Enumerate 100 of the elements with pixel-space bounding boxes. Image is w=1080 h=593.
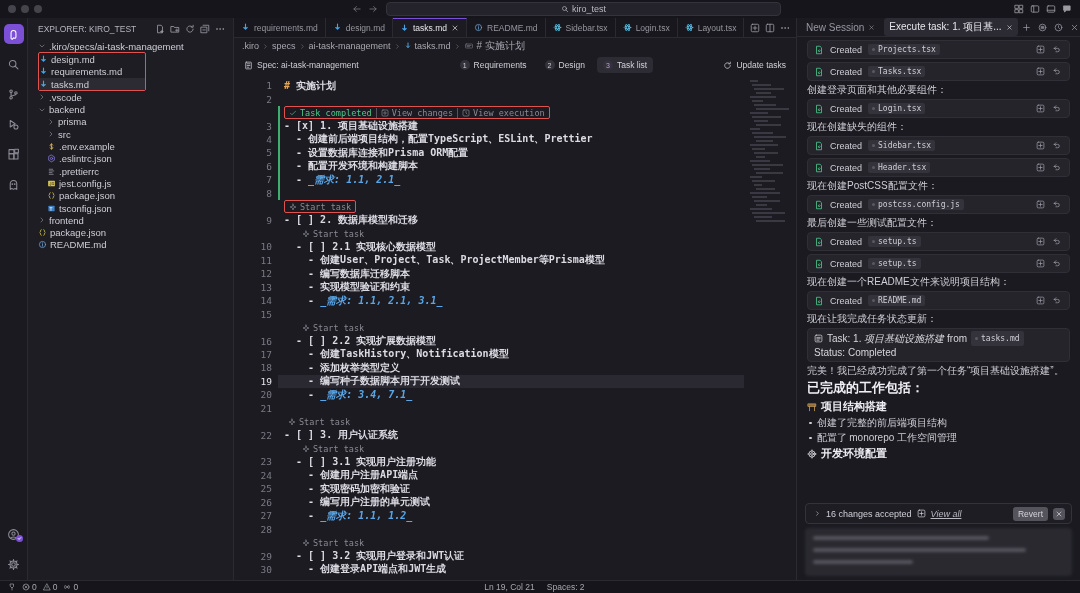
status-item[interactable]: 0	[22, 582, 37, 592]
grid-icon[interactable]	[1014, 4, 1024, 14]
remote-icon[interactable]	[8, 583, 16, 591]
editor-tab[interactable]: Sidebar.tsx	[545, 18, 616, 37]
code-lens-link[interactable]: View execution	[457, 107, 545, 118]
file-chip[interactable]: setup.ts	[868, 258, 921, 269]
plus-icon[interactable]	[1021, 22, 1031, 32]
command-search-field[interactable]: kiro_test	[386, 2, 781, 16]
source-control-icon[interactable]	[7, 87, 20, 101]
breadcrumb-item[interactable]: .kiro	[242, 41, 259, 51]
code-lens-link[interactable]: Start task	[289, 201, 352, 212]
diff-icon[interactable]	[1036, 163, 1045, 172]
close-icon[interactable]	[1069, 22, 1079, 32]
status-item[interactable]: Spaces: 2	[546, 582, 585, 592]
file-item[interactable]: .prettierrc	[28, 164, 233, 178]
file-item[interactable]: README.md	[28, 238, 233, 252]
undo-icon[interactable]	[1052, 237, 1061, 246]
close-icon[interactable]	[1005, 23, 1013, 31]
panel-toggle-icon[interactable]	[1046, 4, 1056, 14]
file-item[interactable]: tasks.md	[39, 77, 145, 91]
folder-item[interactable]: .kiro/specs/ai-task-management	[28, 40, 233, 53]
session-tab[interactable]: Execute task: 1. 项目基...	[884, 18, 1018, 36]
chat-icon[interactable]	[1062, 4, 1072, 14]
file-chip[interactable]: Header.tsx	[868, 162, 931, 173]
close-icon[interactable]	[451, 24, 459, 32]
diff-icon[interactable]	[1036, 141, 1045, 150]
undo-icon[interactable]	[1052, 104, 1061, 113]
file-item[interactable]: package.json	[28, 226, 233, 239]
file-chip[interactable]: tasks.md	[971, 331, 1024, 346]
code-lens-link[interactable]: Task completed	[289, 107, 372, 118]
back-arrow-icon[interactable]	[352, 4, 362, 14]
code-lens-link[interactable]: Start task	[288, 416, 351, 427]
diff-icon[interactable]	[1036, 45, 1045, 54]
code-lens-link[interactable]: Start task	[302, 537, 365, 548]
diff-icon[interactable]	[750, 22, 760, 33]
file-item[interactable]: design.md	[39, 53, 145, 66]
undo-icon[interactable]	[1052, 141, 1061, 150]
editor-tab[interactable]: README.md	[467, 18, 546, 37]
dismiss-button[interactable]	[1053, 507, 1065, 520]
undo-icon[interactable]	[1052, 259, 1061, 268]
file-item[interactable]: tsconfig.json	[28, 201, 233, 215]
file-item[interactable]: .env.example	[28, 140, 233, 153]
file-chip[interactable]: Projects.tsx	[868, 44, 940, 55]
view-all-link[interactable]: View all	[930, 508, 962, 519]
history-icon[interactable]	[1053, 22, 1063, 32]
code-lens-link[interactable]: Start task	[302, 443, 365, 454]
split-editor-icon[interactable]	[765, 22, 775, 33]
file-chip[interactable]: setup.ts	[868, 236, 921, 247]
file-chip[interactable]: Login.tsx	[868, 103, 926, 114]
sidebar-toggle-icon[interactable]	[1030, 4, 1040, 14]
close-icon[interactable]	[868, 23, 876, 31]
breadcrumb-item[interactable]: tasks.md	[403, 41, 451, 51]
folder-item[interactable]: src	[28, 128, 233, 141]
account-icon[interactable]	[7, 527, 20, 541]
editor-tab[interactable]: Login.tsx	[615, 18, 678, 37]
breadcrumb-item[interactable]: specs	[272, 41, 296, 51]
folder-item[interactable]: backend	[28, 103, 233, 116]
undo-icon[interactable]	[1052, 200, 1061, 209]
new-file-icon[interactable]	[155, 24, 165, 34]
undo-icon[interactable]	[1052, 163, 1061, 172]
breadcrumb-item[interactable]: # 实施计划	[463, 39, 525, 53]
folder-item[interactable]: .vscode	[28, 91, 233, 104]
file-chip[interactable]: README.md	[868, 295, 926, 306]
diff-icon[interactable]	[1036, 104, 1045, 113]
search-icon[interactable]	[7, 57, 20, 71]
file-chip[interactable]: Tasks.tsx	[868, 66, 926, 77]
undo-icon[interactable]	[1052, 67, 1061, 76]
file-item[interactable]: requirements.md	[39, 65, 145, 78]
update-tasks-button[interactable]: Update tasks	[723, 60, 786, 70]
diff-icon[interactable]	[1036, 67, 1045, 76]
code-lens-link[interactable]: Start task	[302, 228, 365, 239]
new-folder-icon[interactable]	[170, 24, 180, 34]
chevron-right-icon[interactable]	[814, 510, 821, 517]
status-item[interactable]: 0	[42, 582, 58, 592]
file-item[interactable]: .eslintrc.json	[28, 152, 233, 165]
status-item[interactable]: Ln 19, Col 21	[484, 582, 535, 592]
refresh-icon[interactable]	[185, 24, 195, 34]
extensions-icon[interactable]	[7, 147, 20, 161]
diff-icon[interactable]	[1036, 296, 1045, 305]
folder-item[interactable]: prisma	[28, 115, 233, 129]
ghost-icon[interactable]	[7, 177, 20, 191]
undo-icon[interactable]	[1052, 45, 1061, 54]
diff-icon[interactable]	[1036, 200, 1045, 209]
editor-tab[interactable]: tasks.md	[393, 18, 467, 37]
status-item[interactable]: 0	[63, 582, 79, 592]
forward-arrow-icon[interactable]	[368, 4, 378, 14]
kiro-logo-icon[interactable]	[7, 27, 20, 41]
breadcrumb-item[interactable]: ai-task-management	[308, 41, 391, 51]
file-item[interactable]: jest.config.js	[28, 177, 233, 190]
revert-button[interactable]: Revert	[1012, 506, 1048, 521]
settings-icon[interactable]	[7, 557, 20, 571]
undo-icon[interactable]	[1052, 296, 1061, 305]
list-icon[interactable]	[1037, 22, 1047, 32]
collapse-all-icon[interactable]	[200, 24, 210, 34]
diff-icon[interactable]	[1036, 237, 1045, 246]
editor-tab[interactable]: requirements.md	[234, 18, 326, 37]
editor-tab[interactable]: Layout.tsx	[677, 18, 745, 37]
code-lens-link[interactable]: View changes	[375, 107, 454, 118]
folder-item[interactable]: frontend	[28, 214, 233, 227]
bug-play-icon[interactable]	[7, 117, 20, 131]
